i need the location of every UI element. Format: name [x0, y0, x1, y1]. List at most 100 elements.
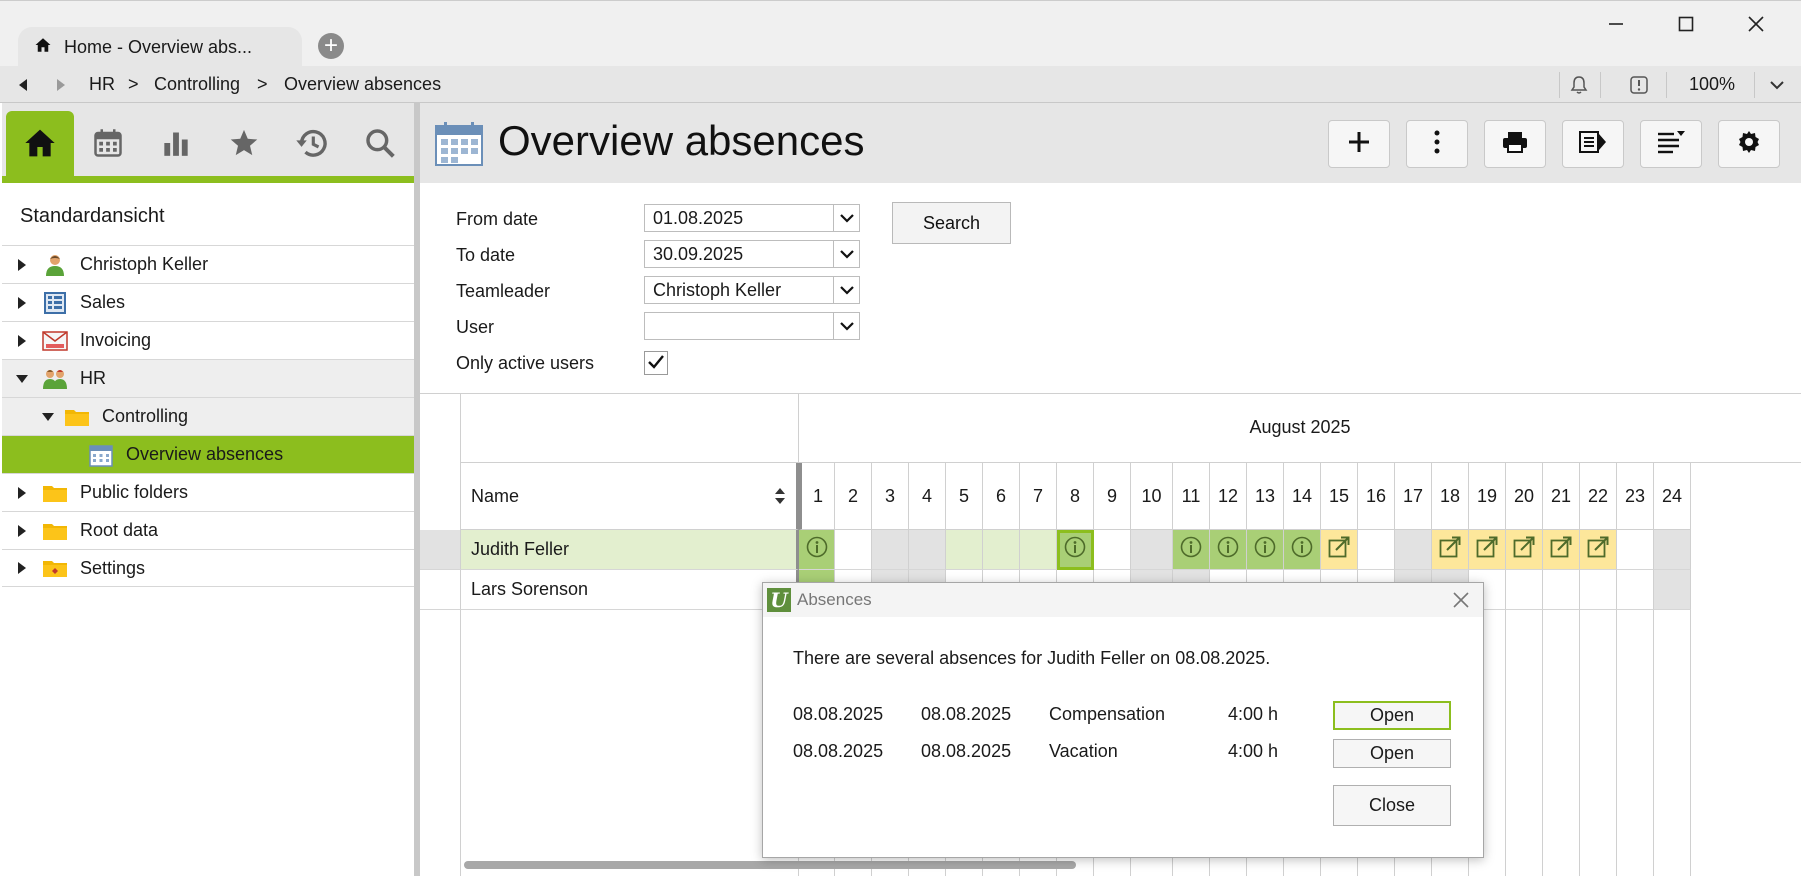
chevron-down-icon[interactable] — [833, 241, 859, 267]
info-icon[interactable] — [1291, 536, 1313, 563]
day-cell[interactable] — [1469, 530, 1506, 570]
expand-arrow-icon[interactable] — [16, 524, 28, 538]
tab-search[interactable] — [346, 111, 414, 179]
day-cell[interactable] — [1654, 530, 1691, 570]
tree-item-public-folders[interactable]: Public folders — [2, 473, 414, 511]
horizontal-scrollbar[interactable] — [464, 861, 1076, 869]
day-cell[interactable] — [1654, 570, 1691, 610]
breadcrumb-controlling[interactable]: Controlling — [154, 66, 240, 103]
day-cell[interactable] — [1543, 570, 1580, 610]
info-icon[interactable] — [1254, 536, 1276, 563]
from-date-field[interactable]: 01.08.2025 — [644, 204, 860, 232]
info-icon[interactable] — [806, 536, 828, 563]
tree-item-root-data[interactable]: Root data — [2, 511, 414, 549]
tab-home[interactable] — [6, 111, 74, 179]
open-button[interactable]: Open — [1333, 739, 1451, 768]
tree-item-invoicing[interactable]: Invoicing — [2, 321, 414, 359]
day-cell[interactable] — [1094, 530, 1131, 570]
teamleader-select[interactable]: Christoph Keller — [644, 276, 860, 304]
day-cell[interactable] — [1020, 530, 1057, 570]
forward-button[interactable] — [46, 66, 76, 103]
day-cell[interactable] — [835, 530, 872, 570]
expand-arrow-icon[interactable] — [16, 258, 28, 272]
expand-arrow-icon[interactable] — [16, 486, 28, 500]
tree-item-sales[interactable]: Sales — [2, 283, 414, 321]
maximize-button[interactable] — [1656, 9, 1716, 39]
to-date-field[interactable]: 30.09.2025 — [644, 240, 860, 268]
export-button[interactable] — [1562, 120, 1624, 168]
zoom-level[interactable]: 100% — [1689, 66, 1735, 103]
open-external-icon[interactable] — [1550, 536, 1572, 563]
sort-arrows-icon[interactable] — [774, 487, 786, 510]
info-icon[interactable] — [1064, 536, 1086, 563]
alert-icon[interactable] — [1622, 66, 1656, 103]
day-cell[interactable] — [1173, 530, 1210, 570]
browser-tab[interactable]: Home - Overview abs... — [18, 27, 302, 68]
search-button[interactable]: Search — [892, 202, 1011, 244]
collapse-arrow-icon[interactable] — [16, 372, 28, 386]
day-cell[interactable] — [909, 530, 946, 570]
day-cell[interactable] — [1580, 530, 1617, 570]
day-cell[interactable] — [983, 530, 1020, 570]
tab-calendar[interactable] — [74, 111, 142, 179]
open-external-icon[interactable] — [1513, 536, 1535, 563]
row-handle[interactable] — [420, 530, 461, 570]
day-cell[interactable] — [1432, 530, 1469, 570]
day-cell[interactable] — [1506, 530, 1543, 570]
tab-statistics[interactable] — [142, 111, 210, 179]
chevron-down-icon[interactable] — [1762, 66, 1792, 103]
minimize-button[interactable] — [1586, 9, 1646, 39]
table-row-name[interactable]: Judith Feller — [461, 530, 799, 570]
day-cell[interactable] — [1395, 530, 1432, 570]
expand-arrow-icon[interactable] — [16, 561, 28, 575]
day-cell[interactable] — [1506, 570, 1543, 610]
day-cell[interactable] — [946, 530, 983, 570]
day-cell[interactable] — [1247, 530, 1284, 570]
day-cell[interactable] — [1617, 530, 1654, 570]
day-cell[interactable] — [1131, 530, 1173, 570]
name-column-header[interactable]: Name — [461, 463, 799, 530]
back-button[interactable] — [8, 66, 38, 103]
open-button[interactable]: Open — [1333, 701, 1451, 730]
day-cell[interactable] — [1284, 530, 1321, 570]
tab-history[interactable] — [278, 111, 346, 179]
more-options-button[interactable] — [1406, 120, 1468, 168]
row-handle[interactable] — [420, 570, 461, 610]
tree-item-settings[interactable]: Settings — [2, 549, 414, 587]
day-cell[interactable] — [1057, 530, 1094, 570]
tree-item-overview-absences[interactable]: Overview absences — [2, 435, 414, 473]
close-icon[interactable] — [1449, 588, 1473, 612]
sort-button[interactable] — [1640, 120, 1702, 168]
day-cell[interactable] — [1543, 530, 1580, 570]
day-cell[interactable] — [872, 530, 909, 570]
day-cell[interactable] — [1210, 530, 1247, 570]
tree-item-christoph-keller[interactable]: Christoph Keller — [2, 245, 414, 283]
collapse-arrow-icon[interactable] — [42, 410, 54, 424]
day-cell[interactable] — [1358, 530, 1395, 570]
open-external-icon[interactable] — [1587, 536, 1609, 563]
info-icon[interactable] — [1217, 536, 1239, 563]
bell-icon[interactable] — [1562, 66, 1596, 103]
add-button[interactable] — [1328, 120, 1390, 168]
tab-favorites[interactable] — [210, 111, 278, 179]
print-button[interactable] — [1484, 120, 1546, 168]
chevron-down-icon[interactable] — [833, 277, 859, 303]
day-cell[interactable] — [1617, 570, 1654, 610]
close-button[interactable]: Close — [1333, 785, 1451, 826]
tree-item-hr[interactable]: HR — [2, 359, 414, 397]
info-icon[interactable] — [1180, 536, 1202, 563]
chevron-down-icon[interactable] — [833, 313, 859, 339]
breadcrumb-hr[interactable]: HR — [89, 66, 115, 103]
open-external-icon[interactable] — [1476, 536, 1498, 563]
open-external-icon[interactable] — [1328, 536, 1350, 563]
only-active-users-checkbox[interactable] — [644, 351, 668, 375]
table-row-name[interactable]: Lars Sorenson — [461, 570, 799, 610]
plus-circle-icon[interactable]: + — [318, 33, 344, 59]
day-cell[interactable] — [799, 530, 835, 570]
user-select[interactable] — [644, 312, 860, 340]
expand-arrow-icon[interactable] — [16, 296, 28, 310]
day-cell[interactable] — [1321, 530, 1358, 570]
expand-arrow-icon[interactable] — [16, 334, 28, 348]
day-cell[interactable] — [1580, 570, 1617, 610]
chevron-down-icon[interactable] — [833, 205, 859, 231]
